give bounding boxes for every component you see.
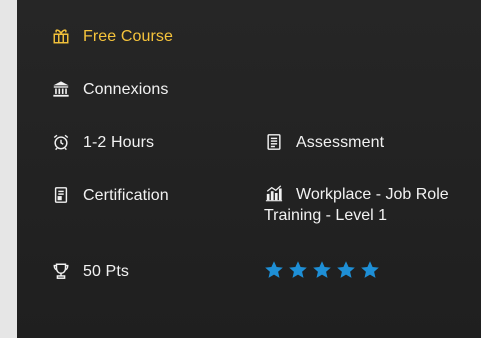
provider-row: Connexions [51, 79, 169, 99]
assessment-row: Assessment [264, 132, 384, 152]
star-rating [264, 260, 380, 280]
course-info-card: Free Course Connexions 1-2 Hours Assessm… [17, 0, 481, 338]
points-row: 50 Pts [51, 261, 129, 281]
certificate-icon [51, 185, 71, 205]
category-label: Workplace - Job Role Training - Level 1 [264, 186, 449, 224]
chart-icon [264, 183, 284, 203]
duration-label: 1-2 Hours [83, 133, 155, 151]
category-row: Workplace - Job Role Training - Level 1 [264, 183, 469, 226]
star-icon [313, 261, 331, 278]
duration-row: 1-2 Hours [51, 132, 154, 152]
free-course-row: Free Course [51, 26, 173, 46]
gift-icon [51, 26, 71, 46]
document-icon [264, 132, 284, 152]
alarm-clock-icon [51, 132, 71, 152]
trophy-icon [51, 261, 71, 281]
provider-label: Connexions [83, 80, 169, 98]
certification-label: Certification [83, 186, 169, 204]
free-course-label: Free Course [83, 27, 174, 45]
star-icon [289, 261, 307, 278]
star-icon [337, 261, 355, 278]
assessment-label: Assessment [296, 133, 385, 151]
points-label: 50 Pts [83, 262, 129, 280]
institution-icon [51, 79, 71, 99]
star-icon [265, 261, 283, 278]
certification-row: Certification [51, 185, 169, 205]
star-icon [361, 261, 379, 278]
